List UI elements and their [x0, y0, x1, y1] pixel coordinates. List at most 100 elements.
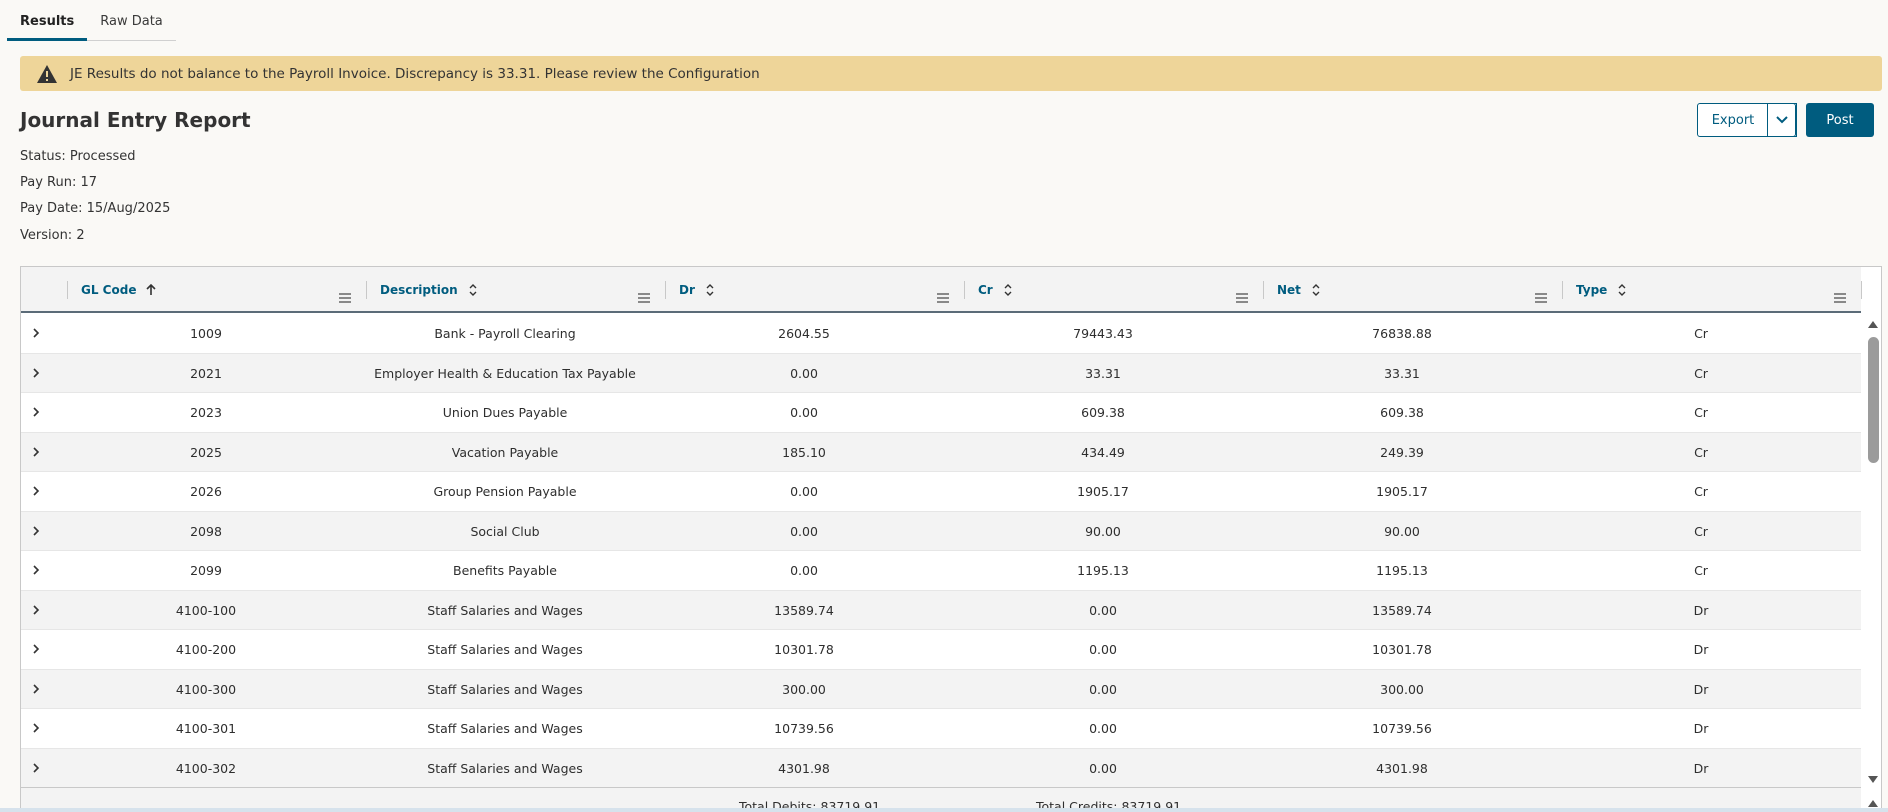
chevron-right-icon[interactable] — [29, 563, 43, 577]
column-header-gl-code[interactable]: GL Code — [81, 267, 157, 313]
sort-unsorted-icon — [705, 284, 715, 296]
chevron-right-icon[interactable] — [29, 721, 43, 735]
cell-dr: 0.00 — [790, 405, 818, 420]
cell-description: Employer Health & Education Tax Payable — [374, 365, 636, 381]
chevron-right-icon[interactable] — [29, 405, 43, 419]
cell-gl-code: 4100-300 — [175, 681, 237, 697]
cell-gl-code: 2025 — [190, 444, 222, 460]
table-row[interactable]: 4100-100 Staff Salaries and Wages 13589.74… — [21, 590, 1861, 630]
cell-type: Dr — [1693, 721, 1709, 736]
cell-cr: 79443.43 — [1073, 326, 1133, 341]
column-label: Net — [1277, 283, 1301, 297]
column-header-description[interactable]: Description — [380, 267, 478, 313]
table-row[interactable]: 4100-200 Staff Salaries and Wages 10301.78… — [21, 630, 1861, 670]
column-separator — [67, 281, 68, 299]
chevron-right-icon[interactable] — [29, 445, 43, 459]
column-label: GL Code — [81, 283, 137, 297]
cell-type: Cr — [1694, 563, 1708, 578]
cell-dr: 2604.55 — [778, 326, 830, 341]
column-separator — [665, 281, 666, 299]
cell-net: 10739.56 — [1372, 721, 1432, 736]
post-button[interactable]: Post — [1806, 103, 1874, 137]
cell-cr: 1905.17 — [1077, 484, 1129, 499]
scroll-up-arrow-icon[interactable] — [1867, 319, 1879, 329]
table-row[interactable]: 4100-300 Staff Salaries and Wages 300.00 0.… — [21, 669, 1861, 709]
vertical-scrollbar[interactable] — [1864, 313, 1881, 811]
column-menu-icon[interactable] — [1236, 293, 1248, 303]
column-menu-icon[interactable] — [638, 293, 650, 303]
chevron-right-icon[interactable] — [29, 326, 43, 340]
cell-gl-code: 2098 — [190, 523, 222, 539]
cell-gl-code: 2099 — [190, 563, 222, 578]
cell-gl-code: 4100-200 — [175, 642, 237, 657]
report-pay-date: Pay Date: 15/Aug/2025 — [20, 201, 171, 216]
table-row[interactable]: 2099 Benefits Payable 0.00 1195.13 1195.13 Cr — [21, 551, 1861, 591]
table-row[interactable]: 1009 Bank - Payroll Clearing 2604.55 79443.… — [21, 314, 1861, 354]
cell-dr: 0.00 — [790, 563, 818, 578]
column-header-dr[interactable]: Dr — [679, 267, 715, 313]
window-bottom-edge — [0, 808, 1888, 812]
cell-type: Cr — [1694, 365, 1708, 381]
cell-net: 4301.98 — [1376, 760, 1428, 776]
cell-description: Group Pension Payable — [433, 484, 577, 499]
tab-raw-data[interactable]: Raw Data — [87, 0, 176, 41]
cell-cr: 0.00 — [1089, 681, 1117, 697]
cell-type: Cr — [1694, 405, 1708, 420]
tab-results[interactable]: Results — [7, 0, 88, 41]
chevron-right-icon[interactable] — [29, 603, 43, 617]
column-header-net[interactable]: Net — [1277, 267, 1321, 313]
cell-net: 10301.78 — [1372, 642, 1432, 657]
table-row[interactable]: 4100-302 Staff Salaries and Wages 4301.98 0… — [21, 748, 1861, 788]
column-menu-icon[interactable] — [339, 293, 351, 303]
chevron-right-icon[interactable] — [29, 682, 43, 696]
column-label: Description — [380, 283, 458, 297]
cell-description: Benefits Payable — [453, 563, 557, 578]
chevron-down-icon — [1775, 116, 1788, 124]
cell-net: 609.38 — [1380, 405, 1424, 420]
cell-dr: 13589.74 — [774, 602, 834, 618]
cell-description: Staff Salaries and Wages — [427, 721, 583, 736]
sort-unsorted-icon — [468, 284, 478, 296]
table-row[interactable]: 2026 Group Pension Payable 0.00 1905.17 1905… — [21, 472, 1861, 512]
cell-gl-code: 1009 — [190, 326, 222, 341]
scrollbar-thumb[interactable] — [1868, 337, 1879, 463]
column-separator — [1861, 281, 1862, 299]
cell-type: Dr — [1693, 602, 1709, 618]
table-row[interactable]: 2023 Union Dues Payable 0.00 609.38 609.38 Cr — [21, 393, 1861, 433]
report-pay-run: Pay Run: 17 — [20, 175, 98, 190]
column-menu-icon[interactable] — [937, 293, 949, 303]
chevron-right-icon[interactable] — [29, 642, 43, 656]
column-header-type[interactable]: Type — [1576, 267, 1627, 313]
cell-description: Vacation Payable — [451, 444, 559, 460]
cell-cr: 0.00 — [1089, 642, 1117, 657]
chevron-right-icon[interactable] — [29, 484, 43, 498]
column-label: Dr — [679, 283, 695, 297]
cell-net: 76838.88 — [1372, 326, 1432, 341]
journal-entry-grid: GL Code Description Dr Cr Net Type 1009 … — [20, 266, 1882, 812]
report-version: Version: 2 — [20, 228, 85, 243]
chevron-right-icon[interactable] — [29, 366, 43, 380]
cell-dr: 0.00 — [790, 523, 818, 539]
chevron-right-icon[interactable] — [29, 524, 43, 538]
chevron-right-icon[interactable] — [29, 761, 43, 775]
cell-description: Union Dues Payable — [442, 405, 568, 420]
table-row[interactable]: 2098 Social Club 0.00 90.00 90.00 Cr — [21, 511, 1861, 551]
scroll-up-arrow-icon[interactable] — [1867, 798, 1879, 808]
cell-description: Bank - Payroll Clearing — [434, 326, 576, 341]
table-row[interactable]: 2021 Employer Health & Education Tax Paya… — [21, 353, 1861, 393]
page-title: Journal Entry Report — [20, 108, 251, 132]
column-menu-icon[interactable] — [1834, 293, 1846, 303]
column-separator — [1562, 281, 1563, 299]
column-menu-icon[interactable] — [1535, 293, 1547, 303]
cell-net: 249.39 — [1380, 444, 1424, 460]
cell-cr: 1195.13 — [1077, 563, 1129, 578]
cell-description: Staff Salaries and Wages — [427, 681, 583, 697]
cell-dr: 185.10 — [782, 444, 826, 460]
table-row[interactable]: 4100-301 Staff Salaries and Wages 10739.56… — [21, 709, 1861, 749]
export-menu-toggle[interactable] — [1767, 103, 1796, 137]
column-header-cr[interactable]: Cr — [978, 267, 1013, 313]
table-row[interactable]: 2025 Vacation Payable 185.10 434.49 249.39 Cr — [21, 432, 1861, 472]
column-label: Cr — [978, 283, 993, 297]
scroll-down-arrow-icon[interactable] — [1867, 775, 1879, 785]
cell-dr: 0.00 — [790, 365, 818, 381]
